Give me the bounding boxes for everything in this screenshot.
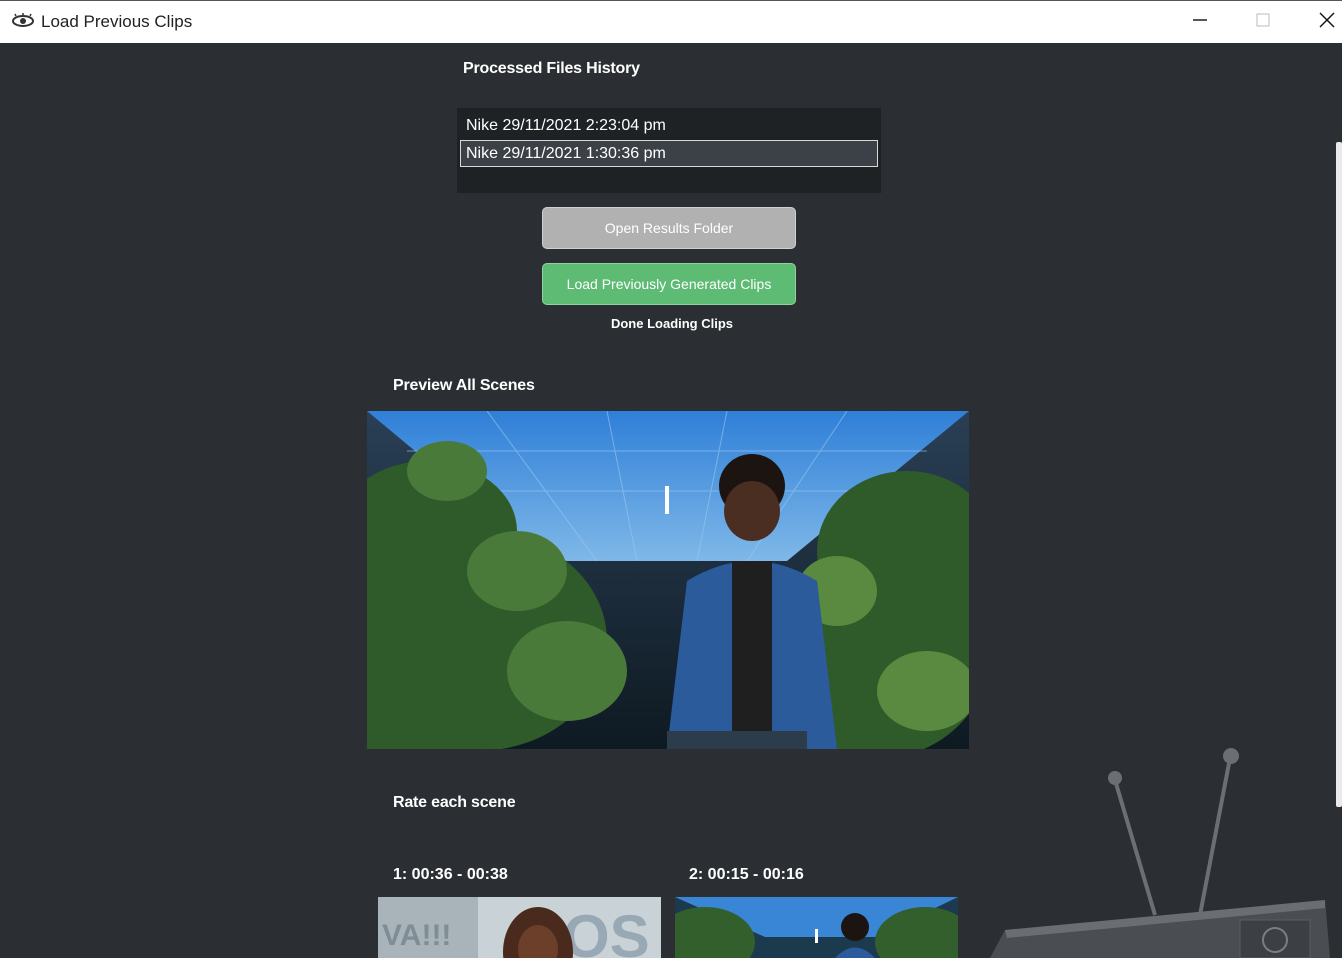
svg-text:OS: OS (563, 903, 650, 958)
history-item-selected[interactable]: Nike 29/11/2021 1:30:36 pm (460, 140, 878, 167)
scene-thumbnail[interactable] (675, 897, 958, 958)
scene-label: 1: 00:36 - 00:38 (393, 866, 508, 883)
scene-thumbnail[interactable]: VA!!! OS (378, 897, 661, 958)
tv-illustration (985, 740, 1330, 958)
history-heading: Processed Files History (463, 60, 640, 77)
thumbnail-text: VA!!! (382, 919, 451, 952)
maximize-icon (1255, 12, 1271, 33)
close-icon (1318, 11, 1336, 34)
open-results-folder-button[interactable]: Open Results Folder (542, 207, 796, 249)
history-item[interactable]: Nike 29/11/2021 2:23:04 pm (460, 112, 878, 139)
title-bar: Load Previous Clips (0, 0, 1342, 43)
maximize-button[interactable] (1240, 1, 1286, 44)
minimize-icon (1192, 12, 1208, 33)
scene-label: 2: 00:15 - 00:16 (689, 866, 804, 883)
history-list[interactable]: Nike 29/11/2021 2:23:04 pm Nike 29/11/20… (457, 108, 881, 193)
video-preview[interactable] (367, 411, 969, 749)
close-button[interactable] (1304, 1, 1342, 44)
window-title: Load Previous Clips (41, 12, 193, 31)
load-clips-button[interactable]: Load Previously Generated Clips (542, 263, 796, 305)
scrollbar-thumb[interactable] (1336, 142, 1342, 807)
status-text: Done Loading Clips (610, 316, 734, 331)
minimize-button[interactable] (1177, 1, 1223, 44)
rating-heading: Rate each scene (393, 794, 516, 811)
eye-icon (12, 13, 34, 29)
preview-heading: Preview All Scenes (393, 377, 535, 394)
